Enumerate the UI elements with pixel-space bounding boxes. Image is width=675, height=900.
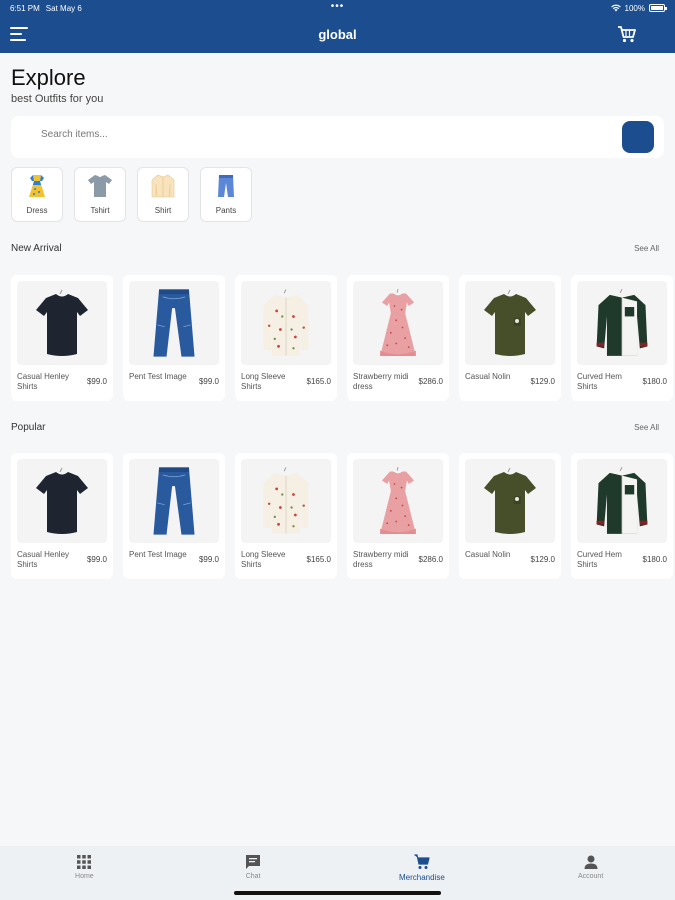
menu-button[interactable]	[10, 27, 28, 41]
nav-home[interactable]: Home	[0, 846, 169, 900]
product-image-navy-tshirt	[17, 459, 107, 543]
product-name: Pent Test Image	[129, 372, 187, 381]
search-button[interactable]	[622, 121, 654, 153]
status-time: 6:51 PM	[10, 3, 40, 13]
product-price: $180.0	[642, 377, 667, 386]
person-icon	[584, 855, 598, 869]
grid-icon	[77, 855, 92, 869]
product-name: Strawberry midi dress	[353, 372, 409, 391]
nav-label: Account	[577, 873, 604, 880]
category-shirt[interactable]: Shirt	[137, 167, 189, 222]
tshirt-icon	[88, 175, 112, 197]
product-image-navy-tshirt	[17, 281, 107, 365]
product-price: $165.0	[306, 555, 331, 564]
category-label: Shirt	[154, 206, 172, 215]
wifi-icon	[610, 4, 621, 12]
product-image-blue-jeans	[129, 281, 219, 365]
category-list: Dress Tshirt Shirt Pants	[11, 167, 252, 222]
product-card[interactable]: Pent Test Image $99.0	[123, 453, 225, 579]
see-all-new-arrival[interactable]: See All	[634, 244, 659, 253]
category-tshirt[interactable]: Tshirt	[74, 167, 126, 222]
product-card[interactable]: Pent Test Image $99.0	[123, 275, 225, 401]
product-card[interactable]: Long Sleeve Shirts $165.0	[235, 275, 337, 401]
product-price: $286.0	[418, 555, 443, 564]
product-price: $129.0	[530, 377, 555, 386]
product-image-green-white-shirt	[577, 459, 667, 543]
product-name: Casual Nolin	[465, 372, 511, 381]
page-subtitle: best Outfits for you	[11, 93, 104, 105]
multitask-dots[interactable]: •••	[331, 1, 345, 12]
status-bar: 6:51 PM Sat May 6 ••• 100%	[0, 0, 675, 16]
product-card[interactable]: Long Sleeve Shirts $165.0	[235, 453, 337, 579]
nav-label: Merchandise	[398, 873, 445, 882]
product-image-floral-shirt	[241, 281, 331, 365]
popular-list: Casual Henley Shirts $99.0 Pent Test Image…	[11, 453, 673, 579]
product-image-blue-jeans	[129, 459, 219, 543]
product-price: $165.0	[306, 377, 331, 386]
product-image-olive-tshirt	[465, 281, 555, 365]
product-name: Long Sleeve Shirts	[241, 372, 286, 391]
product-card[interactable]: Curved Hem Shirts $180.0	[571, 275, 673, 401]
product-card[interactable]: Curved Hem Shirts $180.0	[571, 453, 673, 579]
app-title: global	[318, 27, 357, 42]
battery-percent: 100%	[624, 3, 645, 13]
product-name: Pent Test Image	[129, 550, 187, 559]
nav-label: Home	[75, 873, 94, 880]
product-price: $286.0	[418, 377, 443, 386]
section-title-new-arrival: New Arrival	[11, 243, 62, 254]
product-price: $99.0	[86, 377, 107, 386]
product-card[interactable]: Strawberry midi dress $286.0	[347, 453, 449, 579]
product-name: Strawberry midi dress	[353, 550, 409, 569]
product-name: Casual Nolin	[465, 550, 511, 559]
product-name: Long Sleeve Shirts	[241, 550, 286, 569]
cart-icon	[414, 854, 430, 869]
product-card[interactable]: Casual Henley Shirts $99.0	[11, 275, 113, 401]
product-price: $99.0	[198, 377, 219, 386]
search-bar	[11, 116, 664, 158]
product-image-olive-tshirt	[465, 459, 555, 543]
section-title-popular: Popular	[11, 422, 46, 433]
category-label: Pants	[215, 206, 237, 215]
product-price: $180.0	[642, 555, 667, 564]
dress-icon	[29, 175, 45, 197]
nav-label: Chat	[245, 873, 261, 880]
product-image-pink-dress	[353, 459, 443, 543]
product-name: Casual Henley Shirts	[17, 550, 70, 569]
product-name: Curved Hem Shirts	[577, 372, 622, 391]
product-price: $99.0	[198, 555, 219, 564]
product-image-pink-dress	[353, 281, 443, 365]
product-price: $129.0	[530, 555, 555, 564]
product-card[interactable]: Strawberry midi dress $286.0	[347, 275, 449, 401]
cart-icon[interactable]	[617, 25, 637, 43]
shirt-icon	[151, 174, 175, 198]
page-title: Explore	[11, 65, 86, 90]
product-image-floral-shirt	[241, 459, 331, 543]
category-label: Dress	[26, 206, 48, 215]
chat-icon	[246, 855, 261, 869]
category-pants[interactable]: Pants	[200, 167, 252, 222]
new-arrival-list: Casual Henley Shirts $99.0 Pent Test Image…	[11, 275, 673, 401]
category-dress[interactable]: Dress	[11, 167, 63, 222]
battery-icon	[649, 4, 667, 12]
product-price: $99.0	[86, 555, 107, 564]
app-bar: global	[0, 16, 675, 53]
search-input[interactable]	[41, 129, 601, 140]
product-card[interactable]: Casual Henley Shirts $99.0	[11, 453, 113, 579]
product-name: Casual Henley Shirts	[17, 372, 70, 391]
category-label: Tshirt	[90, 206, 110, 215]
pants-icon	[218, 175, 234, 197]
product-name: Curved Hem Shirts	[577, 550, 622, 569]
status-date: Sat May 6	[45, 3, 82, 13]
product-card[interactable]: Casual Nolin $129.0	[459, 275, 561, 401]
product-image-green-white-shirt	[577, 281, 667, 365]
home-indicator[interactable]	[234, 891, 441, 895]
nav-account[interactable]: Account	[506, 846, 675, 900]
see-all-popular[interactable]: See All	[634, 423, 659, 432]
product-card[interactable]: Casual Nolin $129.0	[459, 453, 561, 579]
